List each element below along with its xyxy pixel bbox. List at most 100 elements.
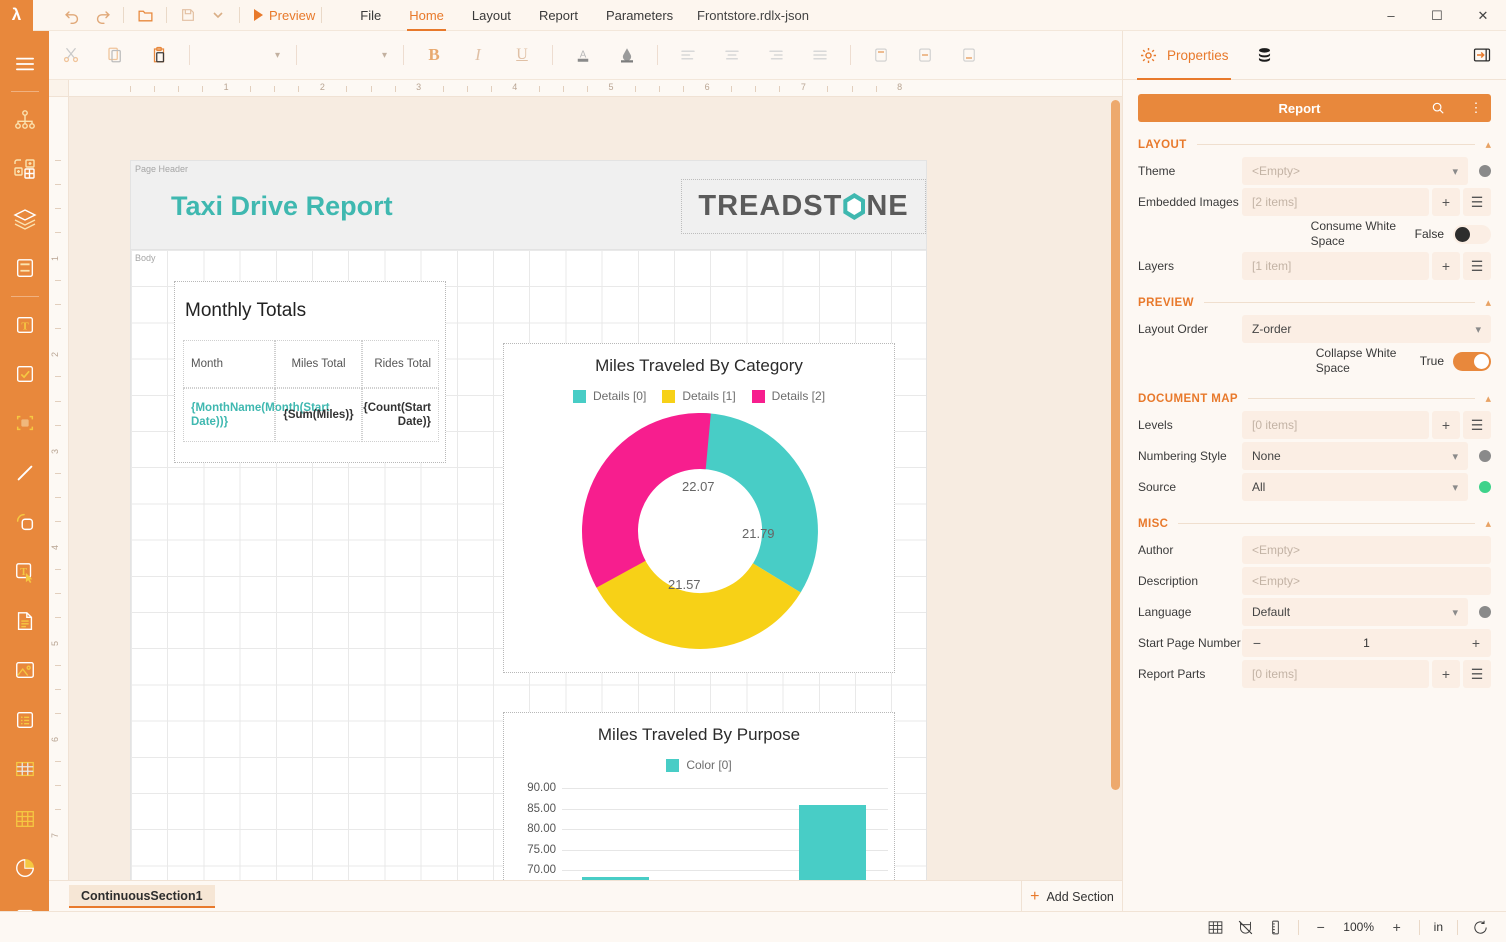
bold-button[interactable]: B: [418, 40, 450, 70]
property-select[interactable]: <Empty> ▾: [1242, 157, 1468, 185]
italic-button[interactable]: I: [462, 40, 494, 70]
legend-item[interactable]: Details [2]: [751, 389, 825, 403]
sidebar-item-tablix-tool[interactable]: [0, 794, 49, 843]
sidebar-item-chart-tool[interactable]: [0, 843, 49, 892]
property-input[interactable]: <Empty>: [1242, 536, 1491, 564]
add-item-button[interactable]: +: [1432, 660, 1460, 688]
minimize-button[interactable]: –: [1368, 0, 1414, 31]
align-center-icon[interactable]: [716, 40, 748, 70]
sidebar-item-list-tool[interactable]: [0, 695, 49, 744]
sidebar-item-layers[interactable]: [0, 194, 49, 243]
highlight-icon[interactable]: [611, 40, 643, 70]
chevron-up-icon[interactable]: ▴: [1485, 517, 1491, 530]
paste-icon[interactable]: [143, 40, 175, 70]
sidebar-item-containers[interactable]: [0, 244, 49, 293]
item-list-button[interactable]: ☰: [1463, 411, 1491, 439]
chevron-up-icon[interactable]: ▴: [1485, 296, 1491, 309]
more-vertical-icon[interactable]: ⋮: [1461, 100, 1491, 116]
monthly-totals-table[interactable]: Monthly Totals Month Miles Total Rides T…: [174, 281, 446, 463]
item-list-button[interactable]: ☰: [1463, 188, 1491, 216]
item-list-button[interactable]: ☰: [1463, 660, 1491, 688]
table-cell-miles-expression[interactable]: {Sum(Miles)}: [275, 388, 362, 442]
font-color-icon[interactable]: A: [567, 40, 599, 70]
page-header-band[interactable]: Page Header Taxi Drive Report TREADST NE: [130, 160, 927, 250]
property-state-dot[interactable]: [1479, 165, 1491, 177]
zoom-in-button[interactable]: +: [1383, 915, 1411, 939]
cut-icon[interactable]: [55, 40, 87, 70]
property-select[interactable]: Z-order ▾: [1242, 315, 1491, 343]
folder-open-icon[interactable]: [130, 3, 160, 27]
bar[interactable]: [798, 804, 867, 880]
menu-tab-home[interactable]: Home: [395, 0, 458, 31]
section-tab-continuoussection1[interactable]: ContinuousSection1: [69, 884, 215, 908]
donut-slice-details0[interactable]: [700, 413, 818, 593]
property-state-dot[interactable]: [1479, 606, 1491, 618]
property-group-header[interactable]: DOCUMENT MAP ▴: [1138, 392, 1491, 406]
table-cell-month-expression[interactable]: {MonthName(Month(Start Date))}: [183, 388, 330, 442]
zoom-out-button[interactable]: −: [1307, 915, 1335, 939]
canvas-vertical-scrollbar[interactable]: [1111, 100, 1120, 880]
align-justify-icon[interactable]: [804, 40, 836, 70]
undo-icon[interactable]: [57, 3, 87, 27]
scrollbar-thumb[interactable]: [1111, 100, 1120, 790]
sidebar-item-table-tool[interactable]: [0, 744, 49, 793]
sidebar-item-components[interactable]: [0, 145, 49, 194]
sidebar-item-textbox-tool[interactable]: T: [0, 300, 49, 349]
sidebar-item-data-structure[interactable]: [0, 95, 49, 144]
property-input[interactable]: [2 items]: [1242, 188, 1429, 216]
property-group-header[interactable]: PREVIEW ▴: [1138, 296, 1491, 310]
chevron-up-icon[interactable]: ▴: [1485, 138, 1491, 151]
add-item-button[interactable]: +: [1432, 252, 1460, 280]
add-item-button[interactable]: +: [1432, 188, 1460, 216]
property-select[interactable]: Default ▾: [1242, 598, 1468, 626]
property-input[interactable]: [1 item]: [1242, 252, 1429, 280]
search-icon[interactable]: [1431, 101, 1461, 115]
horizontal-ruler[interactable]: 1 2 3 4 5 6 7 8: [69, 80, 1122, 97]
legend-item[interactable]: Color [0]: [666, 758, 732, 772]
snap-off-icon[interactable]: [1232, 915, 1260, 939]
sidebar-item-document-tool[interactable]: [0, 596, 49, 645]
report-title-textbox[interactable]: Taxi Drive Report: [171, 191, 393, 222]
property-input[interactable]: <Empty>: [1242, 567, 1491, 595]
valign-middle-icon[interactable]: [909, 40, 941, 70]
property-state-dot[interactable]: [1479, 450, 1491, 462]
collapse-panel-icon[interactable]: [1470, 43, 1494, 67]
sidebar-item-checkbox-tool[interactable]: [0, 349, 49, 398]
property-state-dot[interactable]: [1479, 481, 1491, 493]
miles-by-purpose-chart[interactable]: Miles Traveled By Purpose Color [0] 90.0…: [503, 712, 895, 880]
logo-image[interactable]: TREADST NE: [681, 179, 926, 234]
save-options-chevron-down-icon[interactable]: [203, 3, 233, 27]
table-header-rides-total[interactable]: Rides Total: [362, 340, 439, 388]
sidebar-item-shape-tool[interactable]: [0, 399, 49, 448]
table-header-miles-total[interactable]: Miles Total: [275, 340, 362, 388]
valign-bottom-icon[interactable]: [953, 40, 985, 70]
sidebar-item-line-tool[interactable]: [0, 448, 49, 497]
menu-tab-parameters[interactable]: Parameters: [592, 0, 687, 31]
legend-item[interactable]: Details [1]: [662, 389, 736, 403]
add-section-button[interactable]: + Add Section: [1021, 881, 1122, 912]
miles-by-category-chart[interactable]: Miles Traveled By Category Details [0] D…: [503, 343, 895, 673]
number-stepper[interactable]: − 1 +: [1242, 629, 1491, 657]
menu-tab-layout[interactable]: Layout: [458, 0, 525, 31]
sidebar-item-image-tool[interactable]: [0, 646, 49, 695]
property-input[interactable]: [0 items]: [1242, 411, 1429, 439]
stepper-increment[interactable]: +: [1461, 635, 1491, 651]
grid-icon[interactable]: [1202, 915, 1230, 939]
sidebar-item-menu-hamburger[interactable]: [0, 39, 49, 88]
add-item-button[interactable]: +: [1432, 411, 1460, 439]
close-button[interactable]: ✕: [1460, 0, 1506, 31]
chevron-up-icon[interactable]: ▴: [1485, 392, 1491, 405]
font-family-select[interactable]: ▾: [198, 42, 288, 68]
font-size-select[interactable]: ▾: [305, 42, 395, 68]
property-group-header[interactable]: LAYOUT ▴: [1138, 138, 1491, 152]
report-page[interactable]: Page Header Taxi Drive Report TREADST NE…: [130, 160, 927, 880]
report-design-canvas[interactable]: Page Header Taxi Drive Report TREADST NE…: [69, 97, 1122, 880]
vertical-ruler[interactable]: 1 2 3 4 5 6 7: [49, 97, 69, 880]
ruler-icon[interactable]: [1262, 915, 1290, 939]
table-header-month[interactable]: Month: [183, 340, 275, 388]
align-right-icon[interactable]: [760, 40, 792, 70]
underline-button[interactable]: U: [506, 40, 538, 70]
copy-icon[interactable]: [99, 40, 131, 70]
property-select[interactable]: None ▾: [1242, 442, 1468, 470]
maximize-button[interactable]: ☐: [1414, 0, 1460, 31]
